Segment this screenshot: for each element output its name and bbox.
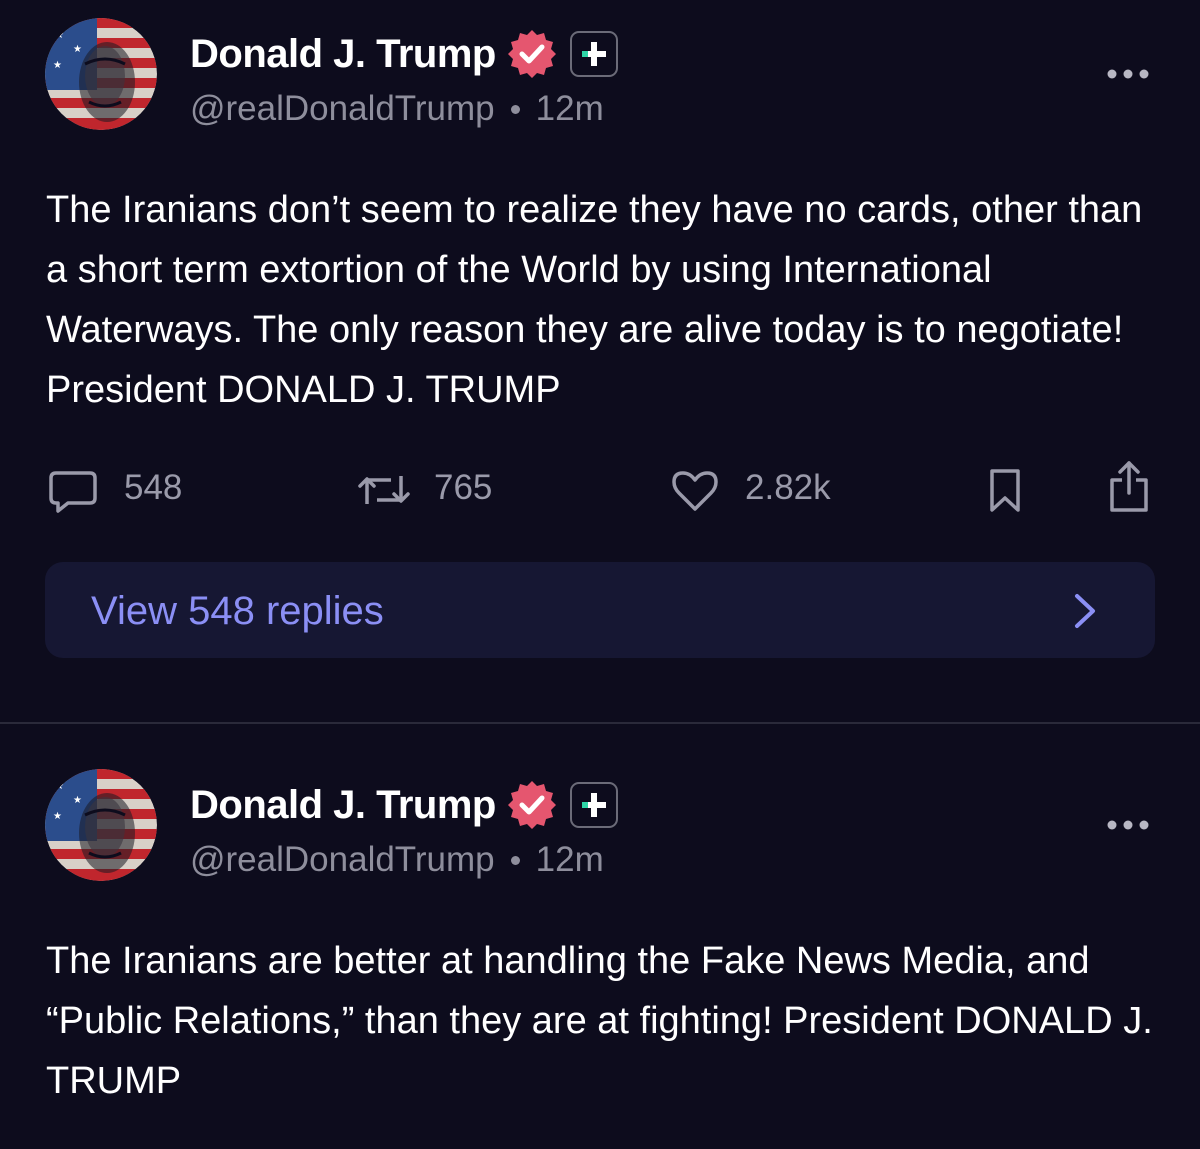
separator-dot [510,855,520,865]
bookmark-icon[interactable] [988,468,1022,514]
reply-icon[interactable] [48,470,98,514]
author-avatar[interactable]: ★ ★ ★ [45,18,157,130]
svg-text:★: ★ [53,60,62,71]
svg-text:★: ★ [73,795,82,806]
author-meta: @realDonaldTrump 12m [190,86,604,132]
view-replies-label: View 548 replies [91,589,384,633]
post-timestamp: 12m [535,840,604,879]
author-handle[interactable]: @realDonaldTrump [190,89,495,129]
author-avatar[interactable]: ★ ★ ★ [45,769,157,881]
post-card: ★ ★ ★ Donald J. Trump @realDonaldTrump 1… [0,0,1200,722]
author-handle[interactable]: @realDonaldTrump [190,840,495,880]
post-text: The Iranians are better at handling the … [46,940,1153,1102]
svg-text:★: ★ [55,30,64,41]
plus-badge-icon [569,782,618,828]
post-card: ★ ★ ★ Donald J. Trump @realDonaldTrump 1… [0,724,1200,1149]
like-heart-icon[interactable] [672,470,718,512]
chevron-right-icon [1075,594,1095,628]
author-name[interactable]: Donald J. Trump [190,783,496,828]
reply-count: 548 [124,468,183,507]
svg-text:★: ★ [73,44,82,55]
more-options-icon[interactable] [1104,66,1152,82]
author-name-row: Donald J. Trump [190,777,618,833]
svg-text:★: ★ [55,781,64,792]
post-text: The Iranians don’t seem to realize they … [46,189,1143,411]
post-timestamp: 12m [535,89,604,128]
plus-badge-icon [569,31,618,77]
more-options-icon[interactable] [1104,817,1152,833]
verified-check-icon [506,28,558,80]
author-name[interactable]: Donald J. Trump [190,32,496,77]
repost-icon[interactable] [357,470,411,510]
svg-text:★: ★ [53,811,62,822]
view-replies-button[interactable]: View 548 replies [45,562,1155,658]
separator-dot [510,104,520,114]
like-count: 2.82k [745,468,831,507]
author-meta: @realDonaldTrump 12m [190,837,604,883]
verified-check-icon [506,779,558,831]
author-name-row: Donald J. Trump [190,26,618,82]
repost-count: 765 [434,468,493,507]
share-icon[interactable] [1108,460,1150,514]
